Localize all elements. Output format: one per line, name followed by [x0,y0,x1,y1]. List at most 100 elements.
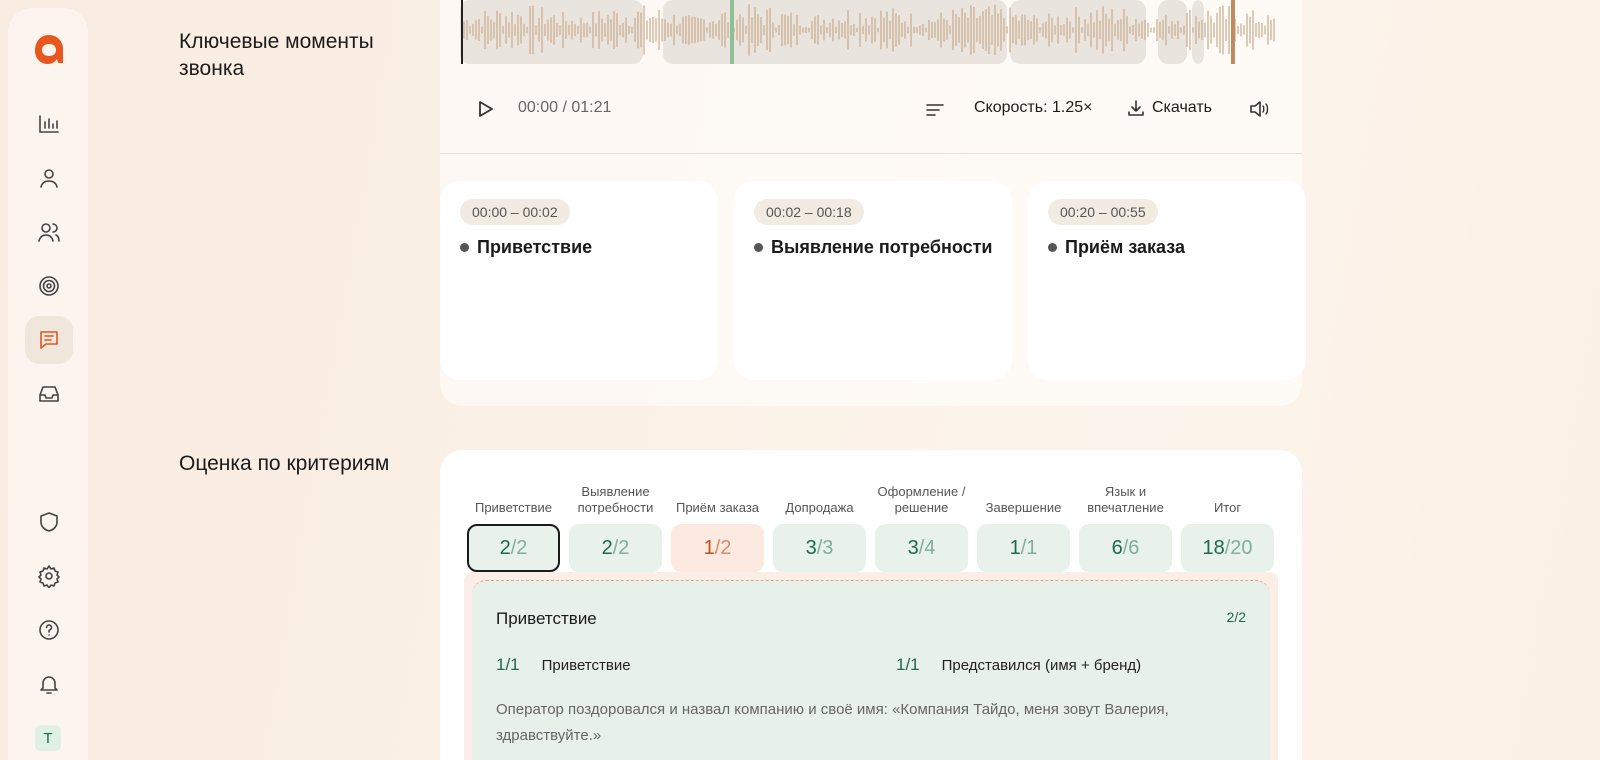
criteria-panel: Приветствие 2/2 Выявление потребности 2/… [440,450,1302,760]
score-max: 6 [1128,536,1140,559]
download-button[interactable]: Скачать [1126,98,1212,118]
score-max: 2 [618,536,630,559]
moment-label: Приём заказа [1065,237,1186,257]
score-max: 2 [516,536,528,559]
download-icon [1128,100,1144,116]
criterion-label: Приветствие [474,500,553,515]
moment-time: 00:02 – 00:18 [754,199,864,225]
moment-card[interactable]: 00:20 – 00:55 Приём заказа [1028,181,1306,380]
criterion-score-button[interactable]: 2/2 [569,524,662,572]
criterion-label: Выявление потребности [577,484,654,515]
brand-logo-icon[interactable] [32,32,66,66]
criterion-score-button[interactable]: 3/3 [773,524,866,572]
play-icon[interactable] [474,98,496,120]
detail-title: Приветствие [496,609,597,628]
avatar[interactable]: Т [35,725,61,751]
criterion-label: Итог [1213,500,1242,515]
criterion-label: Приём заказа [675,500,760,515]
score-value: 6 [1111,536,1123,559]
moment-card[interactable]: 00:02 – 00:18 Выявление потребности [734,181,1012,380]
download-label: Скачать [1152,99,1212,116]
gear-icon [38,565,60,588]
score-value: 3 [805,536,817,559]
criterion-score-button[interactable]: 6/6 [1079,524,1172,572]
audio-panel: 00:00 / 01:21 Скорость: 1.25× Скачать 00… [440,0,1306,406]
score-value: 1 [703,536,715,559]
score-value: 1 [1009,536,1021,559]
score-max: 2 [720,536,732,559]
criterion-detail: Приветствие 2/2 1/1 Приветствие 1/1 Пред… [472,580,1270,760]
sidebar-item-inbox[interactable] [25,370,73,418]
moment-time: 00:00 – 00:02 [460,199,570,225]
sidebar-item-profile[interactable] [25,154,73,202]
player-bar: 00:00 / 01:21 Скорость: 1.25× Скачать [440,84,1302,136]
sidebar-item-help[interactable] [25,606,73,654]
detail-comment: Оператор поздоровался и назвал компанию … [496,701,1169,744]
sub-criterion-label: Представился (имя + бренд) [941,656,1142,674]
score-value: 2 [601,536,613,559]
bullet-dot [460,243,469,252]
criterion-column: Завершение 1/1 [977,476,1070,572]
criterion-score-button[interactable]: 3/4 [875,524,968,572]
score-value: 2 [499,536,511,559]
criterion-label: Завершение [985,500,1062,515]
criterion-column: Приветствие 2/2 [467,476,560,572]
bell-icon [40,676,58,694]
score-value: 18 [1202,536,1225,559]
users-icon [38,223,60,242]
score-value: 3 [907,536,919,559]
criterion-score-button[interactable]: 1/1 [977,524,1070,572]
sidebar-item-notifications[interactable] [25,660,73,708]
playback-time: 00:00 / 01:21 [518,99,612,116]
score-max: 20 [1230,536,1253,559]
sub-criterion: 1/1 Представился (имя + бренд) [896,655,1141,675]
sub-criterion-label: Приветствие [541,656,631,674]
sidebar-item-analytics[interactable] [25,100,73,148]
criterion-column: Итог 18/20 [1181,476,1274,572]
sidebar: Т [8,8,88,760]
criterion-score-button[interactable]: 2/2 [467,524,560,572]
sub-criterion-score: 1/1 [496,655,520,674]
criterion-column: Допродажа 3/3 [773,476,866,572]
score-max: 3 [822,536,834,559]
criterion-label: Оформление / решение [877,484,966,515]
moment-label: Выявление потребности [771,237,993,257]
audio-waveform[interactable] [460,0,1280,66]
sub-criterion: 1/1 Приветствие [496,655,631,675]
divider [440,153,1302,154]
bar-chart-icon [39,115,59,133]
section-title-key-moments: Ключевые моменты звонка [179,30,374,80]
score-max: 4 [924,536,936,559]
moment-title: Приветствие [460,237,592,258]
help-circle-icon [39,620,59,640]
volume-icon[interactable] [1248,98,1270,120]
sidebar-item-settings[interactable] [25,552,73,600]
sidebar-item-security[interactable] [25,498,73,546]
inbox-icon [39,386,59,402]
criterion-column: Оформление / решение 3/4 [875,476,968,572]
criterion-column: Язык и впечатление 6/6 [1079,476,1172,572]
bullet-dot [1048,243,1057,252]
user-icon [40,169,58,188]
sub-criterion-score: 1/1 [896,655,920,674]
moment-title: Выявление потребности [754,237,993,258]
speed-button[interactable]: Скорость: 1.25× [974,99,1092,117]
transcript-list-icon[interactable] [924,99,946,121]
target-icon [39,276,59,296]
moment-time: 00:20 – 00:55 [1048,199,1158,225]
criterion-detail-wrapper: Приветствие 2/2 1/1 Приветствие 1/1 Пред… [464,572,1278,760]
bullet-dot [754,243,763,252]
criterion-label: Допродажа [785,500,854,515]
sidebar-item-goals[interactable] [25,262,73,310]
total-score-button[interactable]: 18/20 [1181,524,1274,572]
detail-score: 2/2 [1226,609,1246,625]
sidebar-item-team[interactable] [25,208,73,256]
criterion-score-button[interactable]: 1/2 [671,524,764,572]
message-square-icon [40,331,58,349]
moment-card[interactable]: 00:00 – 00:02 Приветствие [440,181,718,380]
sidebar-item-calls[interactable] [25,316,73,364]
criterion-column: Приём заказа 1/2 [671,476,764,572]
criterion-label: Язык и впечатление [1087,484,1164,515]
score-max: 1 [1026,536,1038,559]
moment-title: Приём заказа [1048,237,1185,258]
